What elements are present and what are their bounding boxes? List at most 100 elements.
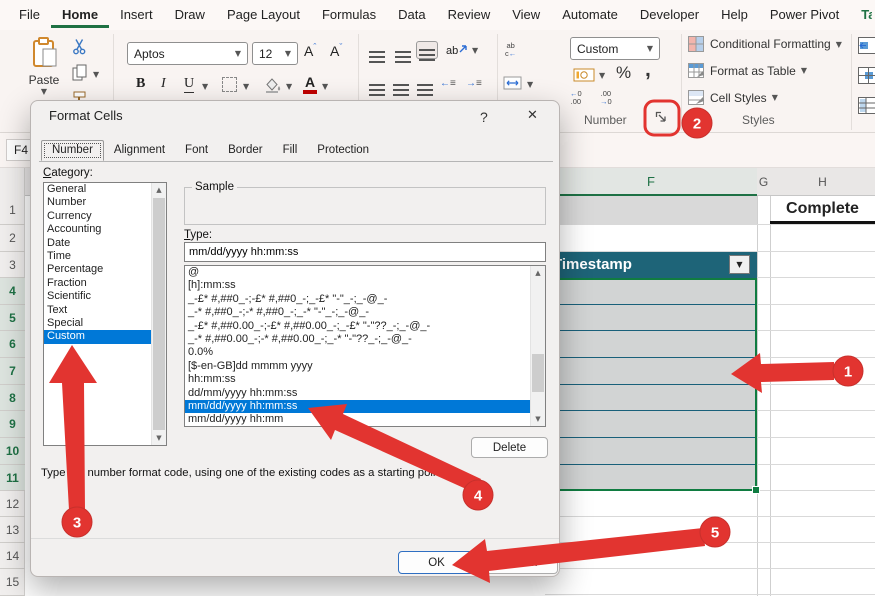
row-header[interactable]: 2	[0, 225, 25, 252]
dialog-help-button[interactable]: ?	[480, 109, 488, 125]
dialog-tab-fill[interactable]: Fill	[273, 141, 308, 161]
wrap-text-button[interactable]: abc←	[505, 42, 516, 58]
type-option[interactable]: [h]:mm:ss	[185, 279, 531, 292]
decrease-font-size-button[interactable]: Aˇ	[330, 42, 342, 59]
category-item[interactable]: Percentage	[44, 263, 152, 276]
dialog-tab-alignment[interactable]: Alignment	[104, 141, 175, 161]
accounting-dropdown-chevron-icon[interactable]: ▼	[599, 71, 605, 80]
accounting-format-button[interactable]	[573, 66, 596, 88]
orientation-dropdown-chevron-icon[interactable]: ▼	[472, 46, 478, 55]
increase-decimal-button[interactable]: ←0.00	[570, 90, 582, 106]
row-header[interactable]: 7	[0, 358, 25, 385]
column-header-f[interactable]: F	[545, 168, 757, 196]
category-item[interactable]: Time	[44, 250, 152, 263]
insert-cells-button[interactable]	[858, 37, 875, 59]
format-as-table-button[interactable]: Format as Table▼	[688, 63, 807, 78]
delete-button[interactable]: Delete	[471, 437, 548, 458]
borders-dropdown-chevron-icon[interactable]: ▼	[243, 82, 249, 91]
column-header-h[interactable]: H	[770, 168, 875, 196]
tab-data[interactable]: Data	[387, 2, 436, 28]
row-header[interactable]: 9	[0, 411, 25, 438]
scrollbar-thumb[interactable]	[153, 198, 165, 430]
tab-view[interactable]: View	[501, 2, 551, 28]
type-option[interactable]: @	[185, 266, 531, 279]
copy-button[interactable]	[72, 64, 88, 87]
merge-dropdown-chevron-icon[interactable]: ▼	[527, 80, 533, 89]
copy-dropdown-chevron-icon[interactable]: ▼	[93, 70, 99, 79]
fill-handle[interactable]	[752, 486, 760, 494]
font-size-combo[interactable]: 12▼	[252, 42, 298, 65]
number-format-combo[interactable]: Custom▼	[570, 37, 660, 60]
tab-file[interactable]: File	[8, 2, 51, 28]
column-header-g[interactable]: G	[757, 168, 770, 196]
number-dialog-launcher[interactable]	[653, 109, 669, 130]
row-header[interactable]: 4	[0, 278, 25, 305]
scroll-up-icon[interactable]: ▲	[152, 183, 166, 197]
row-header[interactable]: 14	[0, 543, 25, 569]
conditional-formatting-button[interactable]: Conditional Formatting▼	[688, 36, 842, 52]
merge-center-button[interactable]	[503, 76, 522, 95]
tab-developer[interactable]: Developer	[629, 2, 710, 28]
underline-button[interactable]: U	[184, 76, 194, 93]
row-header[interactable]: 11	[0, 465, 25, 491]
format-cells-button[interactable]	[858, 97, 875, 119]
align-left-button[interactable]	[366, 76, 388, 94]
increase-font-size-button[interactable]: Aˆ	[304, 42, 316, 59]
category-item[interactable]: Currency	[44, 210, 152, 223]
align-right-button[interactable]	[414, 76, 436, 94]
category-item[interactable]: Accounting	[44, 223, 152, 236]
category-item[interactable]: Date	[44, 237, 152, 250]
tab-automate[interactable]: Automate	[551, 2, 629, 28]
tab-insert[interactable]: Insert	[109, 2, 164, 28]
type-option[interactable]: _-* #,##0.00_-;-* #,##0.00_-;_-* "-"??_-…	[185, 333, 531, 346]
row-header[interactable]: 1	[0, 196, 25, 225]
type-option[interactable]: dd/mm/yyyy hh:mm:ss	[185, 387, 531, 400]
type-option-selected[interactable]: mm/dd/yyyy hh:mm:ss	[185, 400, 531, 413]
percent-style-button[interactable]: %	[616, 63, 631, 83]
row-header[interactable]: 13	[0, 517, 25, 543]
category-item[interactable]: General	[44, 183, 152, 196]
row-header[interactable]: 6	[0, 331, 25, 358]
tab-draw[interactable]: Draw	[164, 2, 216, 28]
scroll-up-icon[interactable]: ▲	[531, 266, 545, 280]
row-header[interactable]: 3	[0, 252, 25, 278]
category-item[interactable]: Text	[44, 304, 152, 317]
tab-table-design[interactable]: Tabl	[850, 2, 872, 28]
type-input[interactable]	[184, 242, 546, 262]
paste-button[interactable]: Paste ▼	[24, 36, 64, 96]
category-item-selected[interactable]: Custom	[44, 330, 152, 343]
align-center-button[interactable]	[390, 76, 412, 94]
filter-dropdown-button[interactable]: ▼	[729, 255, 750, 274]
category-item[interactable]: Special	[44, 317, 152, 330]
delete-cells-button[interactable]	[858, 67, 875, 89]
tab-page-layout[interactable]: Page Layout	[216, 2, 311, 28]
dialog-tab-font[interactable]: Font	[175, 141, 218, 161]
tab-review[interactable]: Review	[437, 2, 502, 28]
row-header[interactable]: 8	[0, 385, 25, 411]
category-item[interactable]: Scientific	[44, 290, 152, 303]
align-bottom-button[interactable]	[416, 41, 438, 59]
row-header[interactable]: 10	[0, 438, 25, 465]
decrease-indent-button[interactable]: ←≡	[440, 78, 456, 89]
borders-button[interactable]	[222, 77, 237, 92]
dialog-tab-protection[interactable]: Protection	[307, 141, 379, 161]
cut-button[interactable]	[72, 38, 87, 60]
font-name-combo[interactable]: Aptos▼	[127, 42, 248, 65]
font-color-button[interactable]: A	[303, 74, 317, 94]
scrollbar-thumb[interactable]	[532, 354, 544, 392]
tab-help[interactable]: Help	[710, 2, 759, 28]
cell-styles-button[interactable]: Cell Styles▼	[688, 90, 778, 105]
grid-cell-f1[interactable]	[545, 196, 757, 224]
row-header[interactable]: 12	[0, 491, 25, 517]
type-option[interactable]: _-* #,##0_-;-* #,##0_-;_-* "-"_-;_-@_-	[185, 306, 531, 319]
type-option[interactable]: _-£* #,##0.00_-;-£* #,##0.00_-;_-£* "-"?…	[185, 320, 531, 333]
row-header[interactable]: 15	[0, 569, 25, 596]
comma-style-button[interactable]: ,	[645, 58, 651, 82]
type-option[interactable]: [$-en-GB]dd mmmm yyyy	[185, 360, 531, 373]
fill-color-dropdown-chevron-icon[interactable]: ▼	[286, 82, 292, 91]
font-color-dropdown-chevron-icon[interactable]: ▼	[322, 82, 328, 91]
fill-color-button[interactable]	[263, 76, 283, 98]
bold-button[interactable]: B	[136, 76, 145, 92]
ok-button[interactable]: OK	[398, 551, 475, 574]
orientation-button[interactable]: ab	[446, 43, 469, 57]
